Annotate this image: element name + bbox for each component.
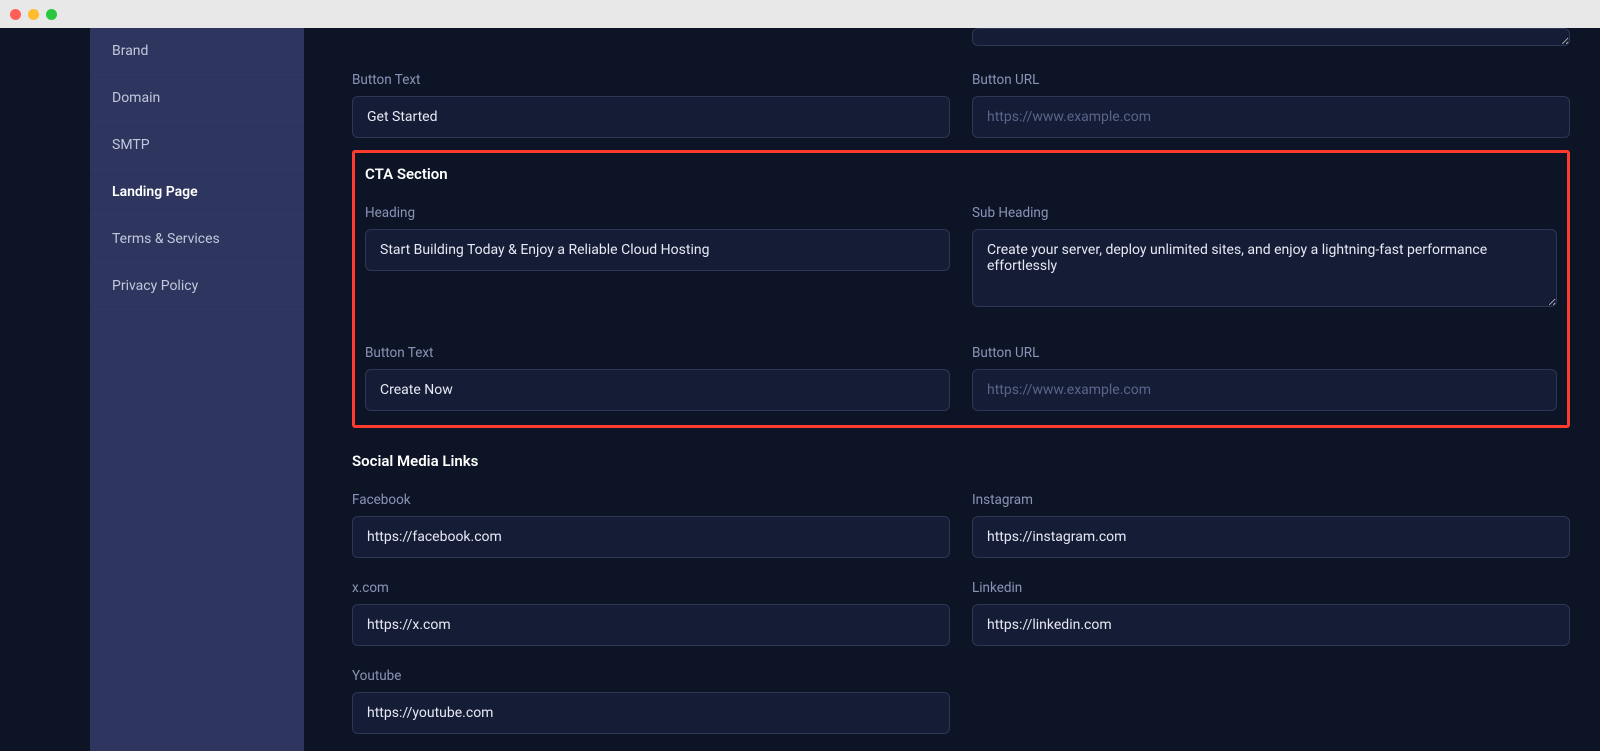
cta-sub-heading-textarea[interactable] [972,229,1557,307]
sidebar-item-label: Privacy Policy [112,278,198,294]
cta-button-text-label: Button Text [365,345,950,361]
sidebar-item-privacy[interactable]: Privacy Policy [90,263,304,310]
cta-button-url-input[interactable] [972,369,1557,411]
sidebar-gutter [0,28,90,751]
sidebar-item-label: SMTP [112,137,150,153]
sidebar-item-label: Landing Page [112,184,198,200]
facebook-input[interactable] [352,516,950,558]
cta-section-highlight: CTA Section Heading Sub Heading Button T… [352,150,1570,428]
x-label: x.com [352,580,950,596]
hero-button-url-label: Button URL [972,72,1570,88]
window-close-icon[interactable] [10,9,21,20]
sidebar-item-label: Terms & Services [112,231,220,247]
hero-button-url-input[interactable] [972,96,1570,138]
cta-heading-label: Heading [365,205,950,221]
youtube-label: Youtube [352,668,950,684]
sidebar-item-terms[interactable]: Terms & Services [90,216,304,263]
cta-button-text-input[interactable] [365,369,950,411]
youtube-input[interactable] [352,692,950,734]
settings-sidebar: Brand Domain SMTP Landing Page Terms & S… [90,28,304,751]
browser-chrome [0,0,1600,28]
hero-button-text-label: Button Text [352,72,950,88]
facebook-label: Facebook [352,492,950,508]
cta-section-title: CTA Section [365,165,1557,183]
linkedin-input[interactable] [972,604,1570,646]
sidebar-item-brand[interactable]: Brand [90,28,304,75]
linkedin-label: Linkedin [972,580,1570,596]
sidebar-item-smtp[interactable]: SMTP [90,122,304,169]
hero-button-text-input[interactable] [352,96,950,138]
sidebar-item-domain[interactable]: Domain [90,75,304,122]
social-section-title: Social Media Links [352,452,1570,470]
x-input[interactable] [352,604,950,646]
cta-heading-input[interactable] [365,229,950,271]
prev-sub-heading-textarea[interactable] [972,28,1570,46]
sidebar-item-landing-page[interactable]: Landing Page [90,169,304,216]
sidebar-item-label: Brand [112,43,148,59]
cta-button-url-label: Button URL [972,345,1557,361]
window-minimize-icon[interactable] [28,9,39,20]
main-content: Button Text Button URL CTA Section Headi… [304,28,1600,751]
cta-sub-heading-label: Sub Heading [972,205,1557,221]
sidebar-item-label: Domain [112,90,160,106]
window-maximize-icon[interactable] [46,9,57,20]
instagram-label: Instagram [972,492,1570,508]
instagram-input[interactable] [972,516,1570,558]
